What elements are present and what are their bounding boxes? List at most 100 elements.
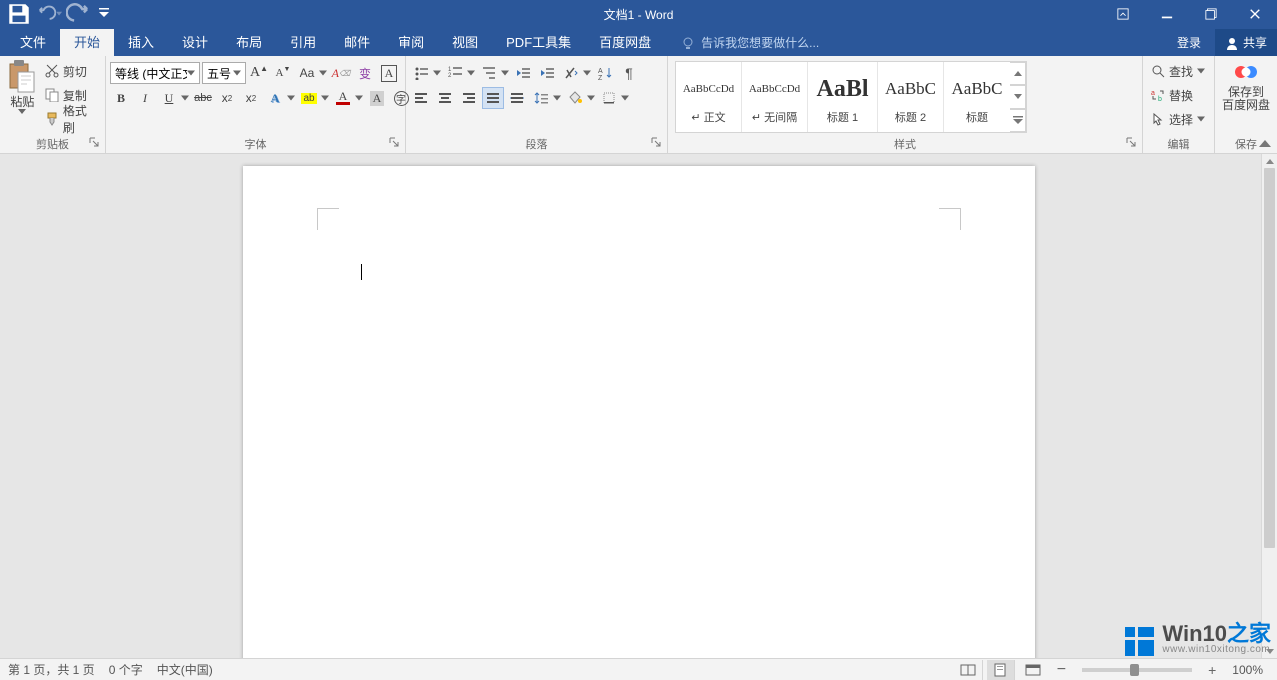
show-paragraph-marks-button[interactable]: ¶ <box>618 62 640 84</box>
tab-layout[interactable]: 布局 <box>222 29 276 56</box>
font-size-input[interactable] <box>207 66 233 80</box>
grow-font-button[interactable]: A▲ <box>248 62 270 84</box>
undo-button[interactable] <box>36 2 62 26</box>
close-button[interactable] <box>1233 0 1277 28</box>
format-painter-button[interactable]: 格式刷 <box>41 108 101 130</box>
style-no-spacing[interactable]: AaBbCcDd ↵ 无间隔 <box>742 62 808 132</box>
style-heading2[interactable]: AaBbC 标题 2 <box>878 62 944 132</box>
find-button[interactable]: 查找 <box>1147 60 1209 82</box>
maximize-restore-button[interactable] <box>1189 0 1233 28</box>
tab-baidupan[interactable]: 百度网盘 <box>585 29 665 56</box>
bold-button[interactable]: B <box>110 87 132 109</box>
account-login-button[interactable]: 登录 <box>1163 29 1215 56</box>
align-center-button[interactable] <box>434 87 456 109</box>
status-word-count[interactable]: 0 个字 <box>109 661 143 678</box>
document-area[interactable] <box>0 154 1277 658</box>
chevron-down-icon[interactable] <box>233 69 241 77</box>
bullets-button[interactable] <box>410 62 442 84</box>
status-language[interactable]: 中文(中国) <box>157 661 213 678</box>
character-border-button[interactable]: A <box>378 62 400 84</box>
underline-button[interactable]: U <box>158 87 190 109</box>
tab-review[interactable]: 审阅 <box>384 29 438 56</box>
view-print-layout-button[interactable] <box>987 660 1015 680</box>
decrease-indent-button[interactable] <box>512 62 534 84</box>
shrink-font-button[interactable]: A▼ <box>272 62 294 84</box>
collapse-ribbon-button[interactable] <box>1257 135 1273 151</box>
zoom-in-button[interactable]: + <box>1202 662 1222 678</box>
view-web-layout-button[interactable] <box>1019 660 1047 680</box>
justify-button[interactable] <box>482 87 504 109</box>
tab-insert[interactable]: 插入 <box>114 29 168 56</box>
borders-button[interactable] <box>598 87 630 109</box>
font-color-button[interactable]: A <box>332 87 364 109</box>
zoom-percent-button[interactable]: 100% <box>1226 663 1269 677</box>
font-name-combo[interactable] <box>110 62 200 84</box>
style-heading1[interactable]: AaBl 标题 1 <box>808 62 878 132</box>
line-spacing-button[interactable] <box>530 87 562 109</box>
vertical-scrollbar[interactable] <box>1261 154 1277 658</box>
increase-indent-button[interactable] <box>536 62 558 84</box>
minimize-button[interactable] <box>1145 0 1189 28</box>
style-scroll-up[interactable] <box>1010 62 1026 85</box>
character-shading-button[interactable]: A <box>366 87 388 109</box>
clear-formatting-button[interactable]: A⌫ <box>330 62 352 84</box>
style-scroll-down[interactable] <box>1010 85 1026 108</box>
ribbon-display-options-button[interactable] <box>1101 0 1145 28</box>
save-button[interactable] <box>6 2 32 26</box>
change-case-button[interactable]: Aa <box>296 62 328 84</box>
scroll-up-arrow[interactable] <box>1262 154 1277 168</box>
zoom-slider[interactable] <box>1082 668 1192 672</box>
status-page[interactable]: 第 1 页，共 1 页 <box>8 661 95 678</box>
style-expand[interactable] <box>1010 109 1026 132</box>
tab-file[interactable]: 文件 <box>6 29 60 56</box>
tab-home[interactable]: 开始 <box>60 29 114 56</box>
redo-button[interactable] <box>66 2 92 26</box>
style-title[interactable]: AaBbC 标题 <box>944 62 1010 132</box>
tab-references[interactable]: 引用 <box>276 29 330 56</box>
qat-customize-button[interactable] <box>96 2 112 26</box>
document-page[interactable] <box>243 166 1035 658</box>
text-effects-button[interactable]: A <box>264 87 296 109</box>
scroll-thumb[interactable] <box>1264 168 1275 548</box>
distributed-button[interactable] <box>506 87 528 109</box>
zoom-out-button[interactable]: − <box>1051 661 1072 679</box>
zoom-slider-handle[interactable] <box>1130 664 1139 676</box>
style-gallery-scroll[interactable] <box>1010 62 1026 132</box>
superscript-button[interactable]: x2 <box>240 87 262 109</box>
sort-button[interactable]: AZ <box>594 62 616 84</box>
styles-dialog-launcher[interactable] <box>1126 137 1140 151</box>
italic-button[interactable]: I <box>134 87 156 109</box>
style-normal[interactable]: AaBbCcDd ↵ 正文 <box>676 62 742 132</box>
subscript-button[interactable]: x2 <box>216 87 238 109</box>
tab-design[interactable]: 设计 <box>168 29 222 56</box>
numbering-button[interactable]: 12 <box>444 62 476 84</box>
status-bar: 第 1 页，共 1 页 0 个字 中文(中国) − + 100% <box>0 658 1277 680</box>
select-button[interactable]: 选择 <box>1147 108 1209 130</box>
shading-button[interactable] <box>564 87 596 109</box>
align-left-button[interactable] <box>410 87 432 109</box>
paste-button[interactable]: 粘贴 <box>4 58 41 130</box>
font-dialog-launcher[interactable] <box>389 137 403 151</box>
share-button[interactable]: 共享 <box>1215 29 1277 56</box>
chevron-down-icon[interactable] <box>187 69 195 77</box>
multilevel-list-button[interactable] <box>478 62 510 84</box>
clipboard-dialog-launcher[interactable] <box>89 137 103 151</box>
tab-mailings[interactable]: 邮件 <box>330 29 384 56</box>
save-to-baidu-button[interactable]: 保存到百度网盘 <box>1219 58 1273 130</box>
group-editing: 查找 ab 替换 选择 编辑 <box>1143 56 1215 153</box>
tell-me-search[interactable]: 告诉我您想要做什么... <box>675 29 825 56</box>
strikethrough-button[interactable]: abc <box>192 87 214 109</box>
align-right-button[interactable] <box>458 87 480 109</box>
font-name-input[interactable] <box>115 66 187 80</box>
cut-button[interactable]: 剪切 <box>41 60 101 82</box>
tab-pdftools[interactable]: PDF工具集 <box>492 29 585 56</box>
view-read-mode-button[interactable] <box>955 660 983 680</box>
paragraph-dialog-launcher[interactable] <box>651 137 665 151</box>
highlight-button[interactable]: ab <box>298 87 330 109</box>
font-size-combo[interactable] <box>202 62 246 84</box>
asian-layout-button[interactable] <box>560 62 592 84</box>
phonetic-guide-button[interactable]: 变 <box>354 62 376 84</box>
tab-view[interactable]: 视图 <box>438 29 492 56</box>
replace-button[interactable]: ab 替换 <box>1147 84 1209 106</box>
style-gallery[interactable]: AaBbCcDd ↵ 正文 AaBbCcDd ↵ 无间隔 AaBl 标题 1 A… <box>675 61 1027 133</box>
